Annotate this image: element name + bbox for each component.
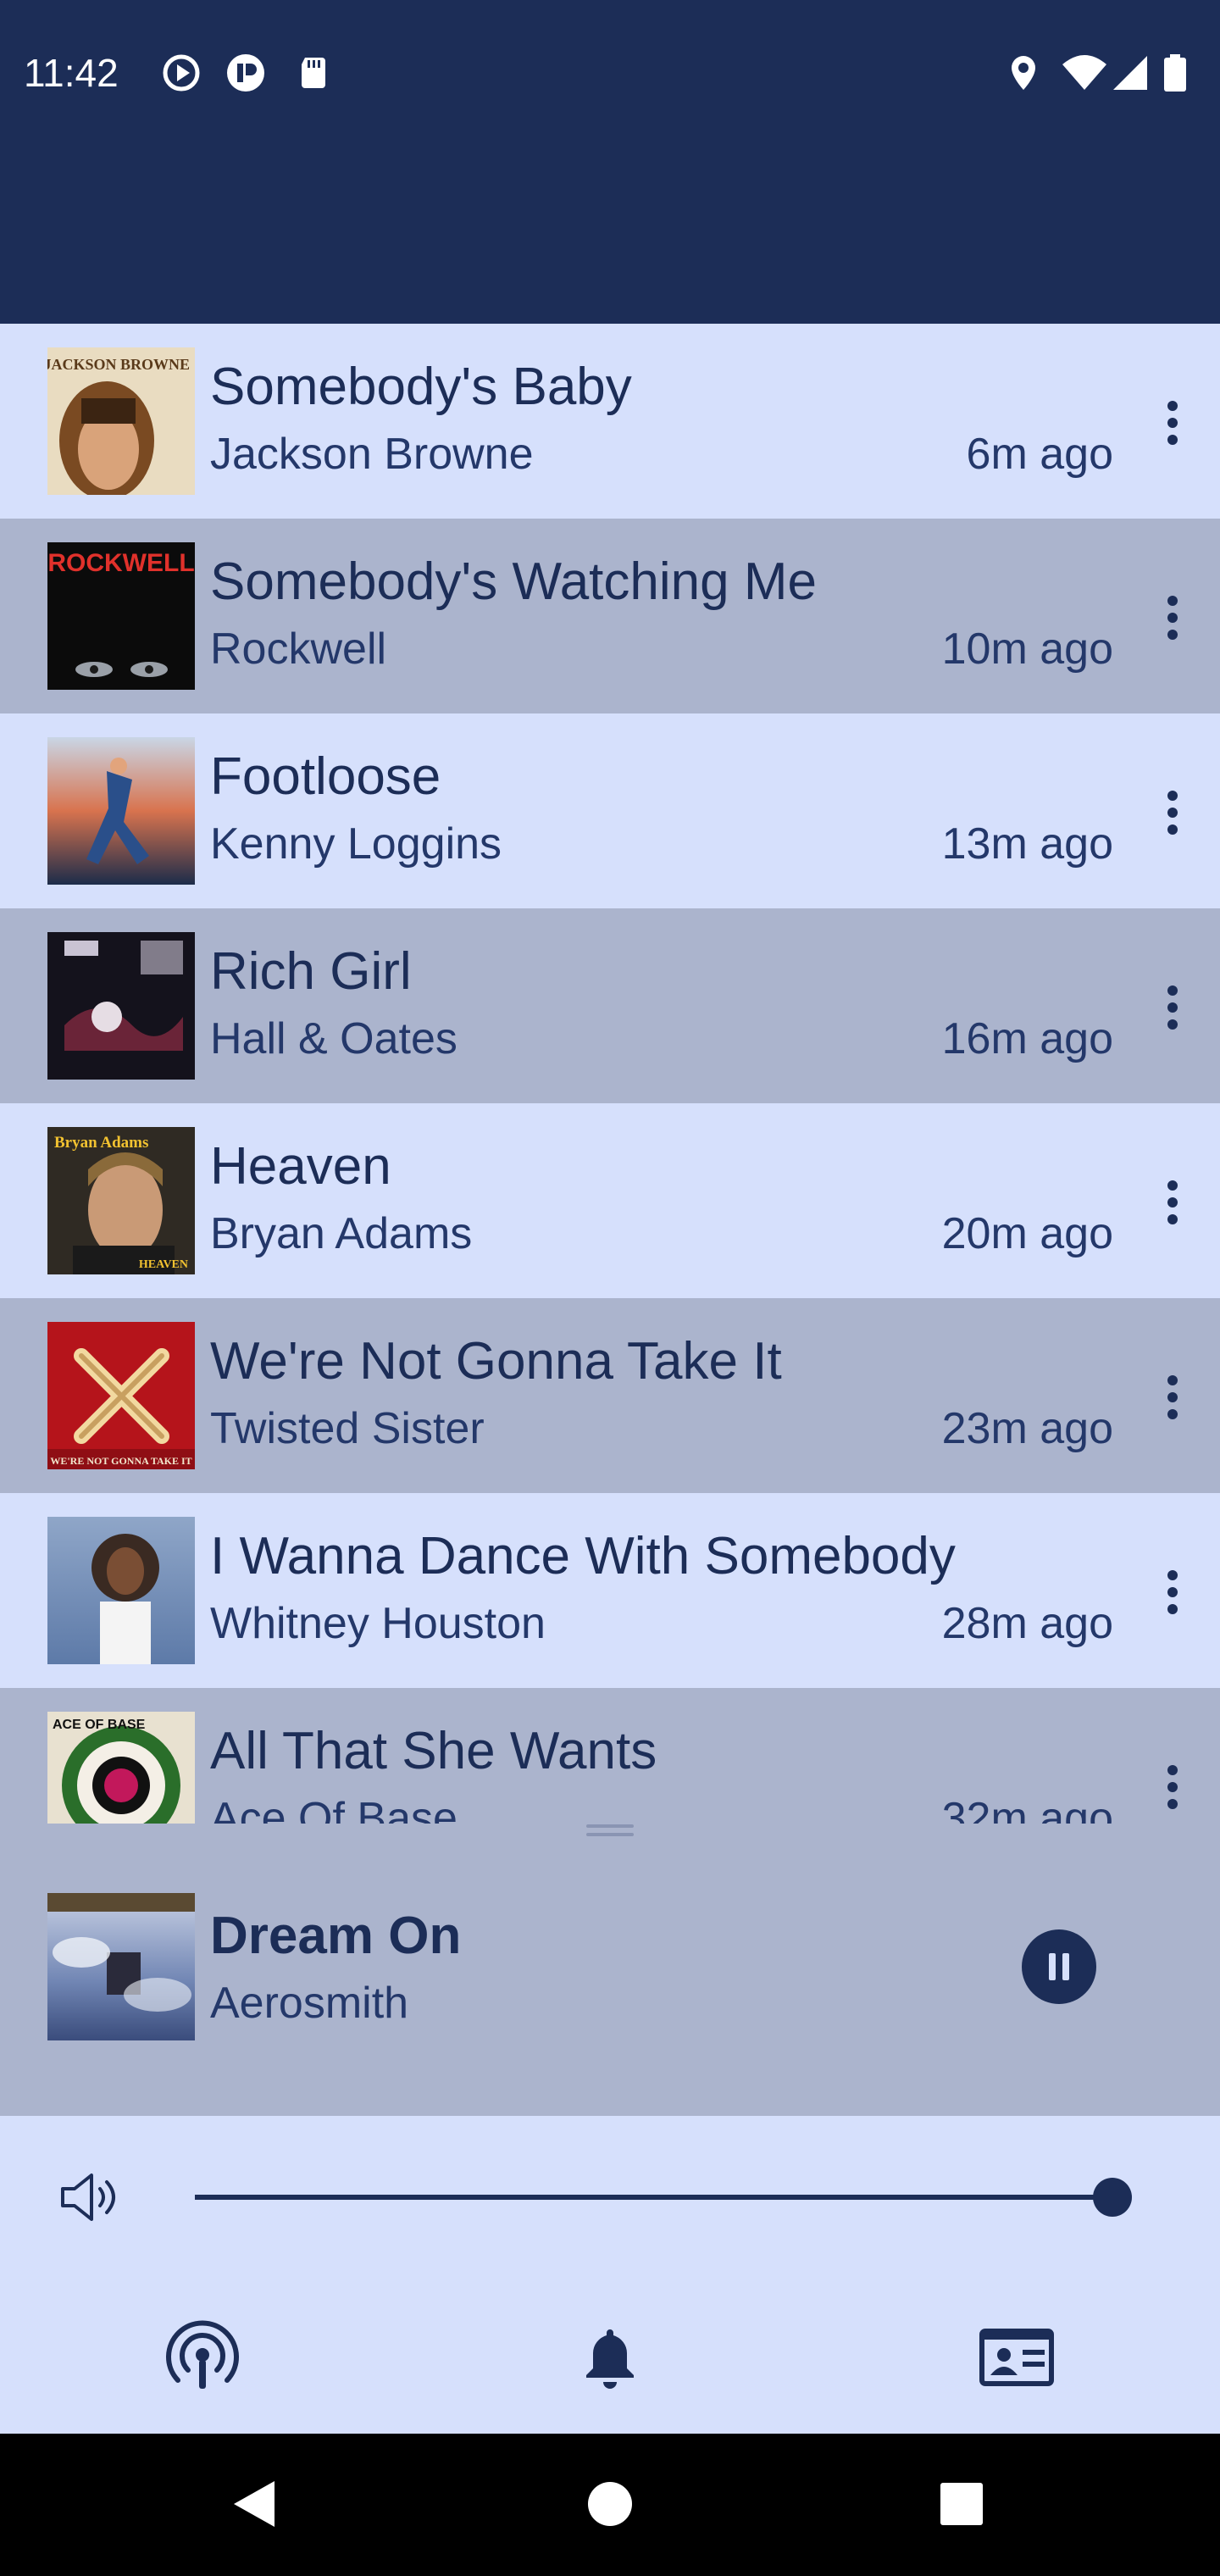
track-title: Somebody's Baby bbox=[210, 358, 632, 416]
album-cover: ROCKWELL bbox=[47, 542, 195, 690]
track-title: I Wanna Dance With Somebody bbox=[210, 1527, 956, 1585]
volume-bar bbox=[0, 2116, 1220, 2285]
album-cover bbox=[47, 932, 195, 1080]
signal-icon bbox=[1113, 56, 1147, 90]
played-time: 6m ago bbox=[966, 430, 1113, 479]
album-cover: Bryan Adams HEAVEN bbox=[47, 1127, 195, 1274]
app-screen: 11:42 JACKSON BROWNE Somebody's Baby Jac… bbox=[0, 0, 1220, 2576]
recents-icon[interactable] bbox=[932, 2474, 991, 2534]
now-playing-artist: Aerosmith bbox=[210, 1979, 409, 2028]
history-row[interactable]: Bryan Adams HEAVEN Heaven Bryan Adams 20… bbox=[0, 1103, 1220, 1298]
track-title: Heaven bbox=[210, 1137, 391, 1196]
speaker-icon[interactable] bbox=[56, 2165, 120, 2229]
more-vert-icon[interactable] bbox=[1149, 1757, 1196, 1817]
track-artist: Whitney Houston bbox=[210, 1599, 546, 1648]
volume-slider-thumb[interactable] bbox=[1093, 2178, 1132, 2217]
now-playing-panel[interactable]: Dream On Aerosmith bbox=[0, 1824, 1220, 2116]
cover-text: ACE OF BASE bbox=[53, 1718, 146, 1732]
album-cover bbox=[47, 1517, 195, 1664]
home-icon[interactable] bbox=[580, 2474, 640, 2534]
more-vert-icon[interactable] bbox=[1149, 1173, 1196, 1232]
more-vert-icon[interactable] bbox=[1149, 1563, 1196, 1622]
drag-handle-icon[interactable] bbox=[585, 1819, 635, 1845]
album-cover bbox=[47, 737, 195, 885]
more-vert-icon[interactable] bbox=[1149, 783, 1196, 842]
played-time: 20m ago bbox=[941, 1209, 1113, 1258]
more-vert-icon[interactable] bbox=[1149, 393, 1196, 452]
played-time: 28m ago bbox=[941, 1599, 1113, 1648]
more-vert-icon[interactable] bbox=[1149, 978, 1196, 1037]
album-cover: WE'RE NOT GONNA TAKE IT bbox=[47, 1322, 195, 1469]
track-title: Somebody's Watching Me bbox=[210, 552, 817, 611]
status-time: 11:42 bbox=[24, 51, 119, 95]
pause-button[interactable] bbox=[1022, 1929, 1096, 2004]
now-playing-title: Dream On bbox=[210, 1907, 462, 1965]
history-row[interactable]: ROCKWELL Somebody's Watching Me Rockwell… bbox=[0, 519, 1220, 713]
bell-icon[interactable] bbox=[572, 2319, 648, 2396]
history-row[interactable]: Footloose Kenny Loggins 13m ago bbox=[0, 713, 1220, 908]
more-vert-icon[interactable] bbox=[1149, 588, 1196, 647]
more-vert-icon[interactable] bbox=[1149, 1368, 1196, 1427]
history-row[interactable]: ACE OF BASE All That She Wants Ace Of Ba… bbox=[0, 1688, 1220, 1824]
played-time: 10m ago bbox=[941, 625, 1113, 674]
played-time: 13m ago bbox=[941, 819, 1113, 869]
played-time: 16m ago bbox=[941, 1014, 1113, 1063]
track-artist: Hall & Oates bbox=[210, 1014, 458, 1063]
album-cover: ACE OF BASE bbox=[47, 1712, 195, 1824]
battery-icon bbox=[1164, 54, 1186, 92]
sd-card-icon bbox=[302, 58, 325, 88]
history-list[interactable]: THE VERY BEST OF JACKSON BROWNE Somebody… bbox=[0, 324, 1220, 1824]
podcast-icon[interactable] bbox=[164, 2319, 241, 2396]
system-navigation-bar bbox=[0, 2434, 1220, 2576]
wifi-icon bbox=[1062, 55, 1106, 90]
track-title: We're Not Gonna Take It bbox=[210, 1332, 782, 1391]
history-row[interactable]: Rich Girl Hall & Oates 16m ago bbox=[0, 908, 1220, 1103]
volume-slider-track[interactable] bbox=[195, 2195, 1113, 2200]
now-playing-cover bbox=[47, 1893, 195, 2040]
cover-text: HEAVEN bbox=[139, 1258, 188, 1271]
track-title: Footloose bbox=[210, 747, 441, 806]
track-artist: Kenny Loggins bbox=[210, 819, 502, 869]
history-row[interactable]: WE'RE NOT GONNA TAKE IT We're Not Gonna … bbox=[0, 1298, 1220, 1493]
history-row[interactable]: THE VERY BEST OF JACKSON BROWNE Somebody… bbox=[0, 324, 1220, 519]
bottom-navigation bbox=[0, 2285, 1220, 2434]
track-artist: Rockwell bbox=[210, 625, 387, 674]
track-artist: Jackson Browne bbox=[210, 430, 534, 479]
contact-card-icon[interactable] bbox=[979, 2319, 1055, 2396]
play-circle-icon bbox=[163, 54, 200, 92]
track-artist: Ace Of Base bbox=[210, 1794, 458, 1824]
track-title: All That She Wants bbox=[210, 1722, 657, 1780]
location-icon bbox=[1012, 56, 1035, 90]
cover-text: THE VERY BEST OF JACKSON BROWNE bbox=[47, 356, 190, 373]
played-time: 23m ago bbox=[941, 1404, 1113, 1453]
top-app-bar: 11:42 bbox=[0, 0, 1220, 324]
media-app-icon bbox=[227, 54, 264, 92]
cover-text: ROCKWELL bbox=[47, 549, 194, 577]
back-icon[interactable] bbox=[225, 2474, 285, 2534]
pause-icon bbox=[1049, 1953, 1069, 1980]
track-title: Rich Girl bbox=[210, 942, 412, 1001]
cover-text: WE'RE NOT GONNA TAKE IT bbox=[50, 1455, 191, 1467]
played-time: 32m ago bbox=[941, 1794, 1113, 1824]
album-cover: THE VERY BEST OF JACKSON BROWNE bbox=[47, 347, 195, 495]
history-row[interactable]: I Wanna Dance With Somebody Whitney Hous… bbox=[0, 1493, 1220, 1688]
track-artist: Twisted Sister bbox=[210, 1404, 485, 1453]
track-artist: Bryan Adams bbox=[210, 1209, 473, 1258]
cover-text: Bryan Adams bbox=[54, 1134, 148, 1152]
